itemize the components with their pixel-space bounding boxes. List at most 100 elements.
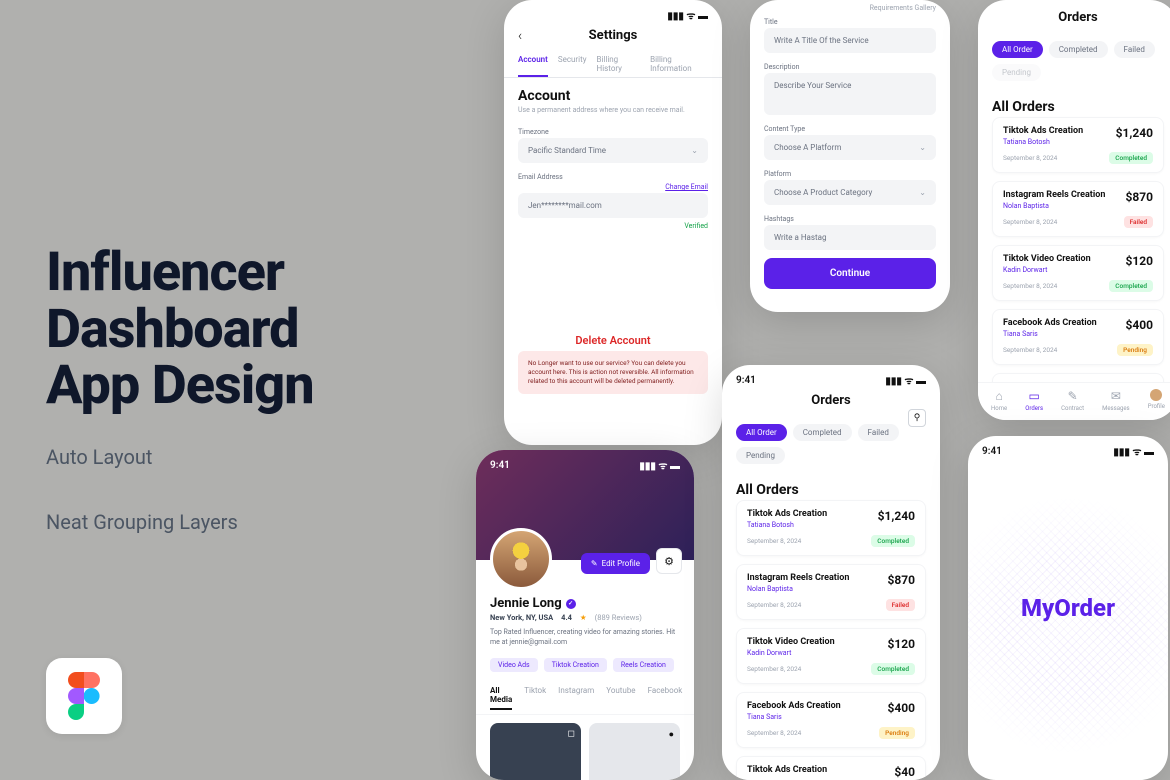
order-card[interactable]: Tiktok Ads Creation$40 [736,756,926,780]
filter-button[interactable]: ⚲ [908,409,926,427]
order-date: September 8, 2024 [1003,282,1057,290]
tag[interactable]: Video Ads [490,658,538,672]
title-input[interactable]: Write A Title Of the Service [764,28,936,53]
filter-all[interactable]: All Order [992,41,1043,58]
desc-input[interactable]: Describe Your Service [764,73,936,115]
avatar[interactable] [490,528,552,590]
email-label: Email Address [504,167,722,183]
order-date: September 8, 2024 [747,729,801,737]
media-item[interactable]: ◻ For the first time we have…126 ◯ 808 [490,723,581,780]
order-card[interactable]: Facebook Ads CreationTiana Saris$400Sept… [736,692,926,748]
desc-label: Description [750,57,950,73]
tab-account[interactable]: Account [518,51,548,77]
order-title: Instagram Reels Creation [1003,190,1105,200]
media-tab-tiktok[interactable]: Tiktok [524,686,546,710]
media-tab-facebook[interactable]: Facebook [648,686,683,710]
chevron-down-icon: ⌄ [691,146,698,155]
back-icon[interactable]: ‹ [518,28,522,44]
status-badge: Completed [1109,280,1153,292]
facebook-icon: ● [669,729,674,740]
order-card[interactable]: Tiktok Ads CreationTatiana Botosh$1,240S… [736,500,926,556]
order-title: Tiktok Ads Creation [747,765,827,775]
filter-pending[interactable]: Pending [992,64,1041,81]
brand-logo: MyOrder [1021,594,1115,622]
nav-home[interactable]: ⌂Home [991,389,1007,412]
status-bar: 9:41 ▮▮▮ ᯤ ▬ [722,365,940,389]
order-card[interactable]: Tiktok Video CreationKadin Dorwart$120Se… [992,245,1164,301]
order-card[interactable]: Facebook Ads CreationTiana Saris$400Sept… [992,309,1164,365]
tag[interactable]: Reels Creation [613,658,674,672]
media-tab-instagram[interactable]: Instagram [558,686,594,710]
status-bar: 9:41 ▮▮▮ ᯤ ▬ [476,450,694,474]
hashtags-label: Hashtags [750,209,950,225]
status-icons: ▮▮▮ ᯤ ▬ [667,8,708,22]
phone-profile: 9:41 ▮▮▮ ᯤ ▬ ✎Edit Profile ⚙ Jennie Long… [476,450,694,780]
edit-profile-button[interactable]: ✎Edit Profile [581,553,650,574]
gear-icon: ⚙ [664,555,674,568]
filter-completed[interactable]: Completed [1049,41,1108,58]
content-type-select[interactable]: Choose A Platform⌄ [764,135,936,160]
media-grid: ◻ For the first time we have…126 ◯ 808 ● [476,715,694,780]
filter-completed[interactable]: Completed [793,424,852,441]
order-date: September 8, 2024 [747,537,801,545]
verified-badge-icon: ✓ [566,599,576,609]
filter-all[interactable]: All Order [736,424,787,441]
tab-security[interactable]: Security [558,51,587,77]
order-card[interactable]: Instagram Reels CreationNolan Baptista$8… [992,181,1164,237]
profile-tags: Video Ads Tiktok Creation Reels Creation [476,652,694,678]
filter-failed[interactable]: Failed [858,424,899,441]
media-tab-youtube[interactable]: Youtube [606,686,635,710]
figma-icon [68,672,100,720]
filter-pending[interactable]: Pending [736,447,785,464]
all-orders-heading: All Orders [978,89,1170,117]
nav-orders[interactable]: ▭Orders [1025,389,1043,412]
change-email-link[interactable]: Change Email [504,183,722,193]
contract-icon: ✎ [1068,389,1078,403]
status-icons: ▮▮▮ ᯤ ▬ [639,458,680,472]
order-price: $120 [1125,254,1153,268]
order-date: September 8, 2024 [1003,218,1057,226]
order-date: September 8, 2024 [1003,346,1057,354]
nav-messages[interactable]: ✉Messages [1102,389,1130,412]
order-title: Tiktok Ads Creation [1003,126,1083,136]
bottom-nav: ⌂Home ▭Orders ✎Contract ✉Messages Profil… [978,382,1170,420]
hashtag-input[interactable]: Write a Hastag [764,225,936,250]
continue-button[interactable]: Continue [764,258,936,289]
verified-status: Verified [504,222,722,236]
screen-title: Settings [504,24,722,51]
settings-button[interactable]: ⚙ [656,548,682,574]
tab-billing-info[interactable]: Billing Information [650,51,708,77]
phone-service-form: Requirements Gallery Title Write A Title… [750,0,950,312]
order-title: Instagram Reels Creation [747,573,849,583]
nav-profile[interactable]: Profile [1148,389,1165,412]
profile-hero: 9:41 ▮▮▮ ᯤ ▬ ✎Edit Profile ⚙ [476,450,694,560]
platform-select[interactable]: Choose A Product Category⌄ [764,180,936,205]
filter-failed[interactable]: Failed [1114,41,1155,58]
form-top-tabs: Requirements Gallery [750,0,950,12]
order-client: Kadin Dorwart [747,649,835,657]
figma-logo-badge [46,658,122,734]
status-time: 9:41 [490,460,510,471]
timezone-field[interactable]: Pacific Standard Time ⌄ [518,138,708,163]
status-icons: ▮▮▮ ᯤ ▬ [885,373,926,387]
order-title: Facebook Ads Creation [1003,318,1097,328]
order-price: $1,240 [878,509,915,523]
status-badge: Completed [1109,152,1153,164]
status-bar: 9:41 ▮▮▮ ᯤ ▬ [504,0,722,24]
order-price: $400 [1125,318,1153,332]
order-card[interactable]: Tiktok Video CreationKadin Dorwart$120Se… [736,628,926,684]
tab-billing-history[interactable]: Billing History [597,51,641,77]
hero-sub1: Auto Layout [46,445,152,469]
email-field[interactable]: Jen********mail.com [518,193,708,218]
nav-contract[interactable]: ✎Contract [1061,389,1084,412]
tag[interactable]: Tiktok Creation [544,658,607,672]
instagram-icon: ◻ [568,729,575,739]
media-item[interactable]: ● [589,723,680,780]
order-card[interactable]: Instagram Reels Creation Nolan Baptista $8… [736,564,926,620]
account-heading: Account [504,78,722,106]
order-client: Nolan Baptista [747,585,849,593]
order-price: $870 [887,573,915,587]
order-client: Tatiana Botosh [747,521,827,529]
order-card[interactable]: Tiktok Ads CreationTatiana Botosh$1,240S… [992,117,1164,173]
media-tab-all[interactable]: All Media [490,686,512,710]
